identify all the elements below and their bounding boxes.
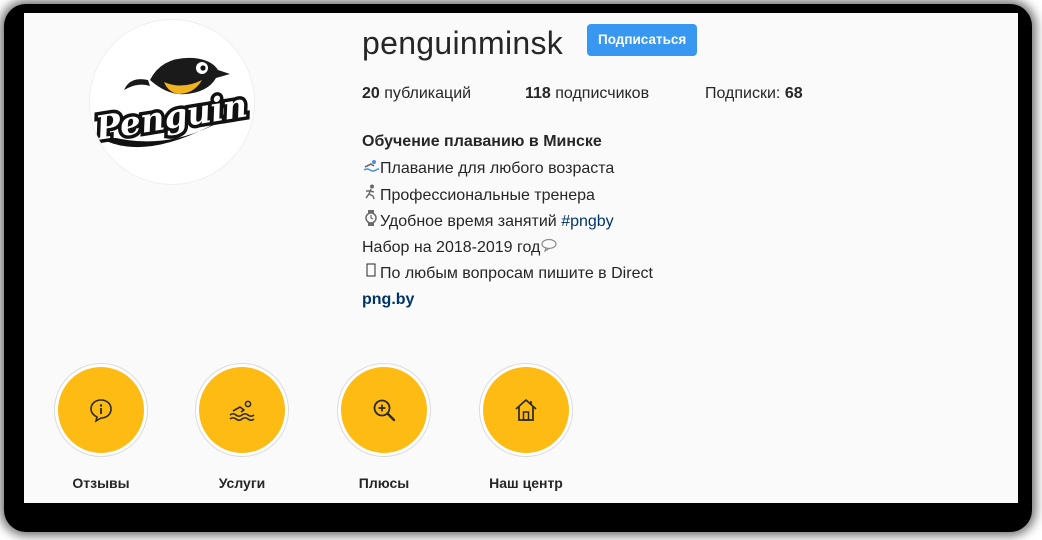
- profile-username: penguinminsk: [362, 25, 564, 61]
- highlight-label: Плюсы: [358, 475, 410, 491]
- following-count: 68: [784, 85, 803, 102]
- followers-stat[interactable]: 118 подписчиков: [525, 85, 649, 103]
- highlight-label: Услуги: [218, 475, 266, 491]
- bio-name: Обучение плаванию в Минске: [362, 133, 602, 150]
- runner-emoji-icon: [362, 182, 380, 208]
- highlight-cover: [483, 367, 569, 453]
- highlight-label: Наш центр: [489, 475, 563, 491]
- highlight-services[interactable]: Услуги: [192, 363, 292, 492]
- bio-line5-text: По любым вопросам пишите в Direct: [380, 265, 653, 283]
- zoom-in-icon: [373, 399, 396, 422]
- highlight-cover: [341, 367, 427, 453]
- followers-label: подписчиков: [550, 85, 650, 102]
- highlight-ring[interactable]: [195, 363, 289, 457]
- posts-label: публикаций: [379, 85, 472, 102]
- bio-line3-text: Удобное время занятий: [380, 212, 562, 230]
- watch-emoji-icon: [362, 208, 380, 234]
- swimmer-emoji-icon: [362, 155, 380, 181]
- highlight-ring[interactable]: [54, 363, 148, 457]
- highlight-ring[interactable]: [337, 363, 431, 457]
- bio-line-schedule: Удобное время занятий #pngby: [362, 208, 882, 234]
- bio-line-direct: По любым вопросам пишите в Direct: [362, 260, 882, 286]
- profile-avatar[interactable]: Penguin: [89, 19, 255, 185]
- speech-bubble-emoji-icon: [540, 234, 558, 260]
- website-link[interactable]: png.by: [362, 291, 414, 308]
- bio-line-website: png.by: [362, 287, 882, 313]
- bio-line1-text: Плавание для любого возраста: [380, 160, 615, 178]
- bio-line-swimming: Плавание для любого возраста: [362, 155, 882, 181]
- bio-line-trainers: Профессиональные тренера: [362, 182, 882, 208]
- home-icon: [515, 399, 537, 421]
- bio-line4-text: Набор на 2018-2019 год: [362, 239, 541, 257]
- highlight-ring[interactable]: [479, 363, 573, 457]
- info-icon: [90, 399, 112, 423]
- following-label: Подписки:: [705, 85, 785, 102]
- highlight-label: Отзывы: [72, 475, 130, 491]
- followers-count: 118: [525, 85, 551, 102]
- swimmer-icon: [229, 400, 255, 421]
- highlight-reviews[interactable]: Отзывы: [51, 363, 151, 492]
- highlight-cover: [199, 367, 285, 453]
- posts-count: 20: [362, 85, 380, 102]
- follow-button[interactable]: Подписаться: [587, 24, 698, 56]
- bio-line2-text: Профессиональные тренера: [380, 186, 595, 204]
- profile-bio: Обучение плаванию в Минске Плавание для …: [362, 129, 882, 313]
- following-stat[interactable]: Подписки: 68: [705, 85, 803, 103]
- missing-emoji-icon: [362, 260, 380, 286]
- highlight-advantages[interactable]: Плюсы: [334, 363, 434, 492]
- highlight-our-center[interactable]: Наш центр: [476, 363, 576, 492]
- svg-text:Penguin: Penguin: [92, 85, 250, 148]
- posts-stat: 20 публикаций: [362, 85, 471, 103]
- highlight-cover: [58, 367, 144, 453]
- penguin-logo: Penguin: [90, 57, 253, 151]
- hashtag-link[interactable]: #pngby: [561, 213, 614, 230]
- instagram-profile-page: Penguin penguinminsk Подписаться 20 публ…: [24, 13, 1018, 503]
- bio-line-enrollment: Набор на 2018-2019 год: [362, 234, 882, 260]
